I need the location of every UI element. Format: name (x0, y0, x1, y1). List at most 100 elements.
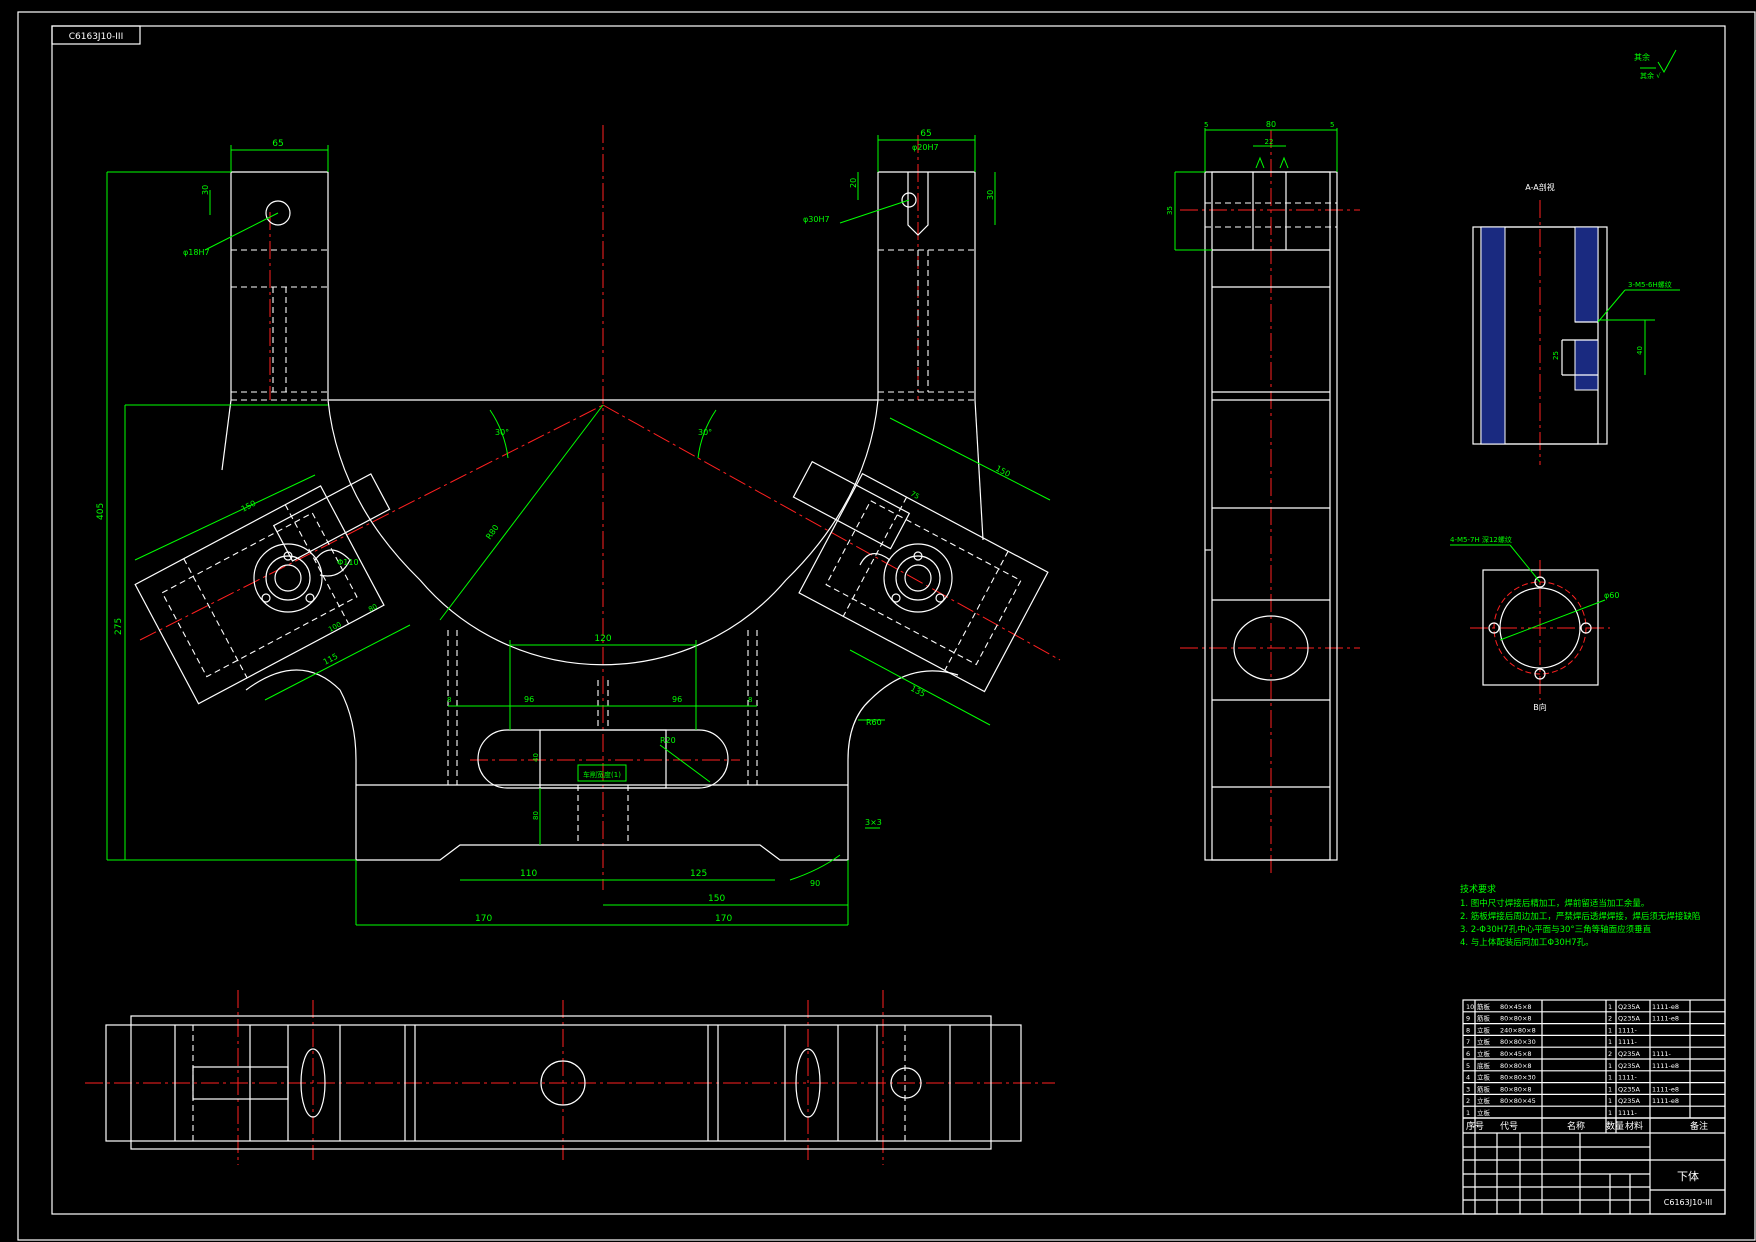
svg-text:8: 8 (748, 696, 752, 704)
bom-cell-name: 筋板 (1477, 1002, 1491, 1011)
svg-text:材料: 材料 (1625, 1120, 1643, 1132)
bom-cell-mat: Q235A (1618, 1062, 1641, 1070)
bom-cell-no: 9 (1466, 1015, 1470, 1023)
bom-cell-qty: 2 (1608, 1015, 1612, 1023)
bom-cell-no: 8 (1466, 1026, 1470, 1034)
bom-cell-name: 立板 (1477, 1025, 1491, 1034)
bom-cell-mat: Q235A (1618, 1097, 1641, 1105)
bom-cell-name: 立板 (1477, 1096, 1491, 1105)
svg-text:其余 √: 其余 √ (1640, 71, 1661, 80)
svg-text:序号: 序号 (1466, 1120, 1484, 1132)
svg-text:115: 115 (322, 652, 340, 667)
tech-notes-heading: 技术要求 (1460, 883, 1496, 895)
bom-cell-name: 立板 (1477, 1049, 1491, 1058)
bom-cell-note: 1111- (1652, 1050, 1672, 1058)
svg-text:170: 170 (475, 914, 492, 924)
code-tag: C6163J10-III (69, 32, 124, 42)
bom-cell-spec: 80×45×8 (1500, 1003, 1532, 1011)
svg-text:5: 5 (1330, 121, 1334, 129)
svg-text:其余: 其余 (1634, 52, 1650, 62)
svg-text:8: 8 (447, 696, 451, 704)
bom-rows: 10 筋板 80×45×8 1 Q235A 1111-e89 筋板 80×80×8 2 Q235A… (1463, 1002, 1725, 1119)
svg-text:275: 275 (114, 618, 124, 635)
tech-note-line: 4. 与上体配装后同加工Φ30H7孔。 (1460, 937, 1594, 948)
bom-header: 序号 代号 名称 数量 材料 备注 (1466, 1120, 1708, 1132)
bom-cell-no: 4 (1466, 1074, 1470, 1082)
tech-note-line: 2. 筋板焊接后周边加工，严禁焊后透焊焊接，焊后须无焊接缺陷 (1460, 911, 1700, 922)
svg-text:30°: 30° (698, 428, 712, 437)
svg-text:30°: 30° (495, 428, 509, 437)
svg-text:20: 20 (849, 178, 858, 188)
bom-cell-qty: 1 (1608, 1097, 1612, 1105)
bom-cell-mat: Q235A (1618, 1085, 1641, 1093)
bom-cell-name: 筋板 (1477, 1014, 1491, 1023)
bom-cell-name: 立板 (1477, 1073, 1491, 1082)
section-a-a: A-A剖视 40 25 3-M5-6H螺纹 (1472, 182, 1680, 465)
bom-cell-mat: Q235A (1618, 1050, 1641, 1058)
side-view: 80 5 5 22 35 (1166, 120, 1360, 875)
svg-text:80: 80 (1266, 120, 1276, 129)
bom-cell-qty: 1 (1608, 1038, 1612, 1046)
svg-text:90: 90 (810, 879, 820, 888)
svg-text:135: 135 (909, 684, 927, 699)
svg-text:3×3: 3×3 (865, 818, 882, 827)
bom-cell-no: 2 (1466, 1097, 1470, 1105)
bom-cell-spec: 80×80×8 (1500, 1085, 1532, 1093)
bom-cell-mat: Q235A (1618, 1003, 1641, 1011)
bom-cell-note: 1111-e8 (1652, 1003, 1679, 1011)
svg-text:φ30H7: φ30H7 (803, 215, 830, 224)
bom-cell-qty: 1 (1608, 1003, 1612, 1011)
tech-note-line: 3. 2-Φ30H7孔中心平面与30°三角等轴面应须垂直 (1460, 924, 1652, 935)
front-dimensions: 65 30 φ18H7 65 φ20H7 φ30H7 20 30 405 275… (96, 129, 1051, 926)
bom-cell-qty: 1 (1608, 1109, 1612, 1117)
svg-text:35: 35 (1166, 206, 1174, 215)
svg-text:Φ110: Φ110 (337, 558, 359, 567)
bom-cell-no: 1 (1466, 1109, 1470, 1117)
bom-cell-qty: 1 (1608, 1085, 1612, 1093)
svg-text:30: 30 (986, 190, 995, 200)
tech-notes: 技术要求 1. 图中尺寸焊接后精加工，焊前留适当加工余量。 2. 筋板焊接后周边… (1460, 883, 1700, 948)
svg-text:170: 170 (715, 914, 732, 924)
svg-text:R20: R20 (660, 736, 676, 745)
svg-text:40: 40 (532, 753, 540, 762)
svg-text:150: 150 (240, 499, 258, 514)
svg-text:名称: 名称 (1567, 1120, 1585, 1132)
svg-text:5: 5 (1204, 121, 1208, 129)
bom-cell-note: 1111-e8 (1652, 1015, 1679, 1023)
bom-cell-spec: 80×80×30 (1500, 1074, 1536, 1082)
bom-cell-qty: 1 (1608, 1062, 1612, 1070)
bom-cell-no: 6 (1466, 1050, 1470, 1058)
svg-text:25: 25 (1552, 351, 1560, 360)
svg-text:110: 110 (520, 869, 537, 879)
svg-text:3-M5-6H螺纹: 3-M5-6H螺纹 (1628, 280, 1672, 289)
bom-cell-note: 1111-e8 (1652, 1062, 1679, 1070)
bom-cell-note: 1111-e8 (1652, 1097, 1679, 1105)
svg-text:405: 405 (96, 503, 106, 520)
bom-cell-no: 7 (1466, 1038, 1470, 1046)
svg-text:φ18H7: φ18H7 (183, 248, 210, 257)
bom-cell-name: 立板 (1477, 1108, 1491, 1117)
bom-cell-spec: 80×80×30 (1500, 1038, 1536, 1046)
plan-view (85, 990, 1055, 1165)
svg-text:65: 65 (920, 129, 931, 139)
svg-text:30: 30 (201, 185, 210, 195)
svg-text:65: 65 (272, 139, 283, 149)
bom-cell-spec: 240×80×8 (1500, 1026, 1536, 1034)
bom-cell-mat: 1111- (1618, 1109, 1638, 1117)
svg-text:代号: 代号 (1500, 1121, 1518, 1132)
bom-cell-qty: 1 (1608, 1074, 1612, 1082)
bom-cell-name: 立板 (1477, 1037, 1491, 1046)
bom-cell-qty: 1 (1608, 1026, 1612, 1034)
svg-text:R80: R80 (484, 523, 500, 541)
bom-cell-spec: 80×80×8 (1500, 1015, 1532, 1023)
svg-text:120: 120 (594, 634, 611, 644)
svg-text:车削宽度(1): 车削宽度(1) (583, 770, 621, 779)
bom-cell-qty: 2 (1608, 1050, 1612, 1058)
bom-cell-no: 5 (1466, 1062, 1470, 1070)
svg-text:A-A剖视: A-A剖视 (1525, 182, 1554, 192)
roughness-symbol: 其余 其余 √ (1634, 49, 1677, 80)
drawing-canvas: C6163J10-III 其余 其余 √ 65 30 φ18H7 65 φ20H… (17, 11, 1756, 1241)
svg-text:φ20H7: φ20H7 (912, 143, 939, 152)
bom-cell-spec: 80×45×8 (1500, 1050, 1532, 1058)
bom-cell-mat: 1111- (1618, 1074, 1638, 1082)
